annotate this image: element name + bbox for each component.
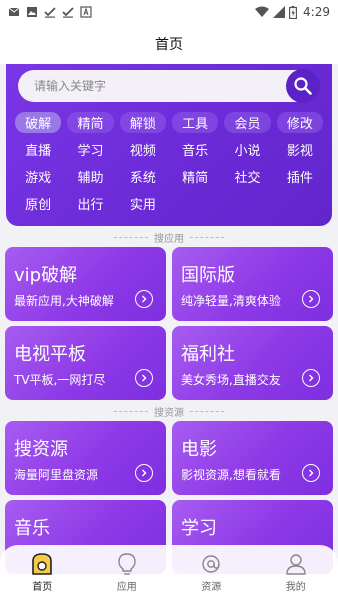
category-tag[interactable]: 修改 xyxy=(276,112,323,133)
category-tag[interactable]: 直播 xyxy=(15,139,61,160)
card-title: 福利社 xyxy=(181,344,235,365)
nav-item-home[interactable]: 首页 xyxy=(12,552,72,593)
feature-card[interactable]: 电视平板 TV平板,一网打尽 xyxy=(5,326,166,400)
category-tag[interactable]: 实用 xyxy=(120,193,166,214)
chevron-right-icon[interactable] xyxy=(302,369,320,387)
category-tag[interactable]: 小说 xyxy=(224,139,270,160)
category-tag[interactable]: 解锁 xyxy=(119,112,166,133)
category-tag[interactable]: 影视 xyxy=(277,139,323,160)
feature-card[interactable]: 电影 影视资源,想看就看 xyxy=(172,421,333,495)
search-category-panel: 破解 精简 解锁 工具 会员 修改 直播 学习 视频 音乐 小说 影视 游戏 辅… xyxy=(6,64,332,226)
check-notification-icon xyxy=(44,7,56,18)
category-tag[interactable]: 社交 xyxy=(224,166,270,187)
search-icon xyxy=(294,77,312,95)
search-input[interactable] xyxy=(34,79,274,93)
nav-item-profile[interactable]: 我的 xyxy=(266,552,326,593)
at-sign-icon xyxy=(202,555,220,573)
mail-notification-icon xyxy=(8,7,20,16)
clock: 4:29 xyxy=(303,5,330,19)
category-tag[interactable]: 会员 xyxy=(224,112,271,133)
status-bar: 4:29 xyxy=(0,0,338,24)
card-title: 国际版 xyxy=(181,265,235,286)
card-subtitle: 海量阿里盘资源 xyxy=(14,468,99,482)
section-title: 搜应用 xyxy=(154,233,184,245)
check-notification-icon xyxy=(62,7,74,18)
nav-label: 资源 xyxy=(201,582,222,593)
font-notification-icon xyxy=(80,6,92,18)
category-tag[interactable]: 原创 xyxy=(15,193,61,214)
wifi-icon xyxy=(255,6,270,17)
card-title: 电视平板 xyxy=(14,344,86,365)
section-title: 搜资源 xyxy=(154,407,184,419)
nav-label: 首页 xyxy=(32,582,53,593)
nav-item-apps[interactable]: 应用 xyxy=(97,552,157,593)
nav-label: 应用 xyxy=(116,582,137,593)
category-tag[interactable]: 视频 xyxy=(120,139,166,160)
category-tag[interactable]: 学习 xyxy=(67,139,113,160)
card-title: 电影 xyxy=(181,439,217,460)
category-tag[interactable]: 音乐 xyxy=(172,139,218,160)
category-tag[interactable]: 精简 xyxy=(67,112,114,133)
category-tags: 破解 精简 解锁 工具 会员 修改 直播 学习 视频 音乐 小说 影视 游戏 辅… xyxy=(12,112,326,214)
category-tag[interactable]: 工具 xyxy=(171,112,219,133)
signal-icon xyxy=(273,6,286,18)
chevron-right-icon[interactable] xyxy=(302,464,320,482)
home-icon xyxy=(32,553,53,575)
search-box[interactable] xyxy=(18,69,320,103)
feature-card[interactable]: 搜资源 海量阿里盘资源 xyxy=(5,421,166,495)
category-tag[interactable]: 插件 xyxy=(277,166,323,187)
feature-card[interactable]: vip破解 最新应用,大神破解 xyxy=(5,247,166,321)
feature-card[interactable]: 国际版 纯净轻量,清爽体验 xyxy=(172,247,333,321)
category-tag[interactable]: 辅助 xyxy=(67,166,113,187)
user-icon xyxy=(286,554,306,575)
search-button[interactable] xyxy=(286,69,320,103)
battery-icon xyxy=(289,5,298,19)
section-divider-apps: 搜应用 xyxy=(0,229,338,245)
card-subtitle: 影视资源,想看就看 xyxy=(181,468,281,482)
card-subtitle: 美女秀场,直播交友 xyxy=(181,373,281,387)
chevron-right-icon[interactable] xyxy=(135,369,153,387)
card-title: 音乐 xyxy=(14,518,50,539)
chevron-right-icon[interactable] xyxy=(135,290,153,308)
section-divider-resources: 搜资源 xyxy=(0,403,338,419)
category-tag[interactable]: 系统 xyxy=(120,166,166,187)
nav-label: 我的 xyxy=(285,582,306,593)
category-tag[interactable]: 出行 xyxy=(67,193,113,214)
page-title: 首页 xyxy=(155,37,183,53)
card-title: 学习 xyxy=(181,518,217,539)
nav-item-resources[interactable]: 资源 xyxy=(181,552,241,593)
card-title: 搜资源 xyxy=(14,439,68,460)
title-bar: 首页 xyxy=(0,24,338,64)
card-subtitle: TV平板,一网打尽 xyxy=(14,373,106,387)
card-subtitle: 纯净轻量,清爽体验 xyxy=(181,294,281,308)
chevron-right-icon[interactable] xyxy=(135,464,153,482)
category-tag[interactable]: 破解 xyxy=(15,112,62,133)
category-tag[interactable]: 游戏 xyxy=(15,166,61,187)
chevron-right-icon[interactable] xyxy=(302,290,320,308)
bottom-nav: 首页 应用 资源 我的 xyxy=(0,545,338,600)
card-title: vip破解 xyxy=(14,265,78,286)
lightbulb-icon xyxy=(118,553,136,575)
feature-card[interactable]: 福利社 美女秀场,直播交友 xyxy=(172,326,333,400)
category-tag[interactable]: 精简 xyxy=(172,166,218,187)
card-subtitle: 最新应用,大神破解 xyxy=(14,294,114,308)
image-notification-icon xyxy=(27,7,37,17)
